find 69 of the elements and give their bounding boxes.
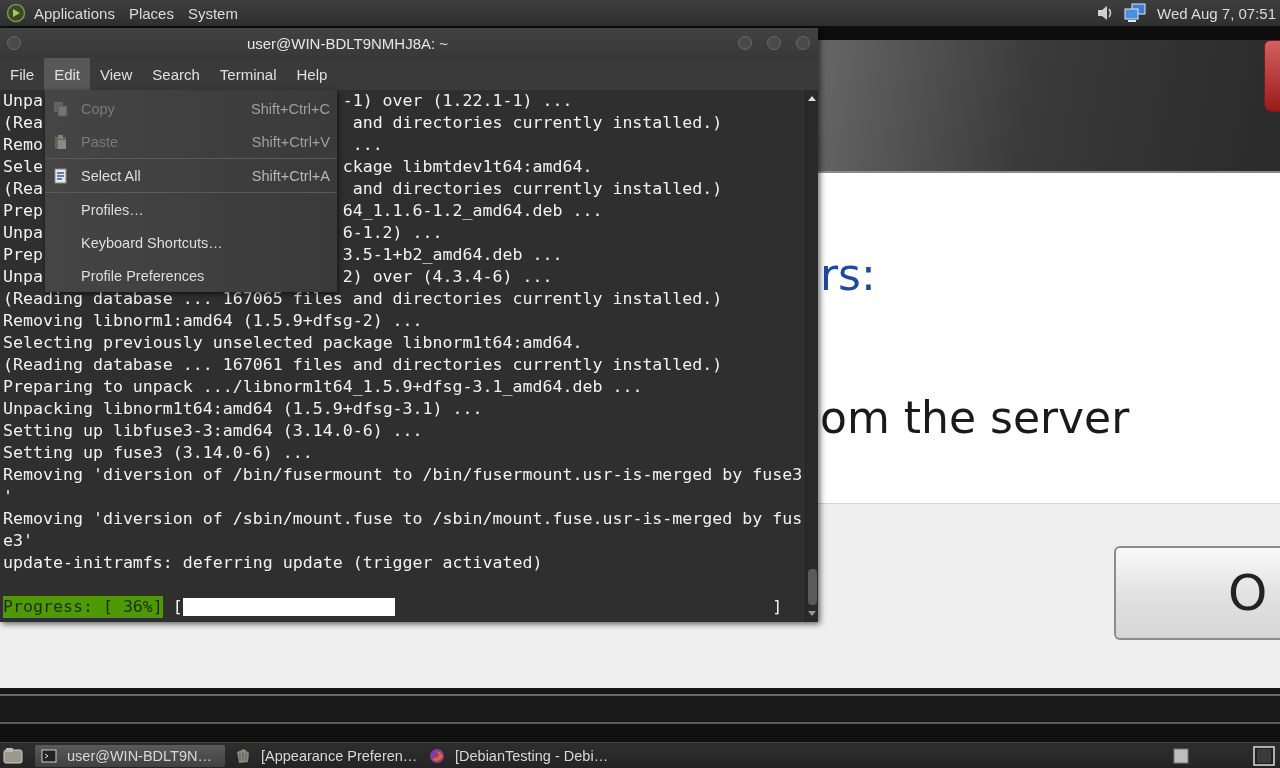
window-title: user@WIN-BDLT9NMHJ8A: ~ <box>245 34 450 52</box>
terminal-line: Setting up libfuse3-3:amd64 (3.14.0-6) ... <box>3 420 423 442</box>
copy-icon <box>53 100 68 117</box>
menu-item[interactable]: Profiles… <box>45 193 337 226</box>
desktop-icon[interactable] <box>3 746 23 765</box>
terminal-line: -1) over (1.22.1-1) ... <box>342 90 573 112</box>
terminal-line: update-initramfs: deferring update (trigger activated) <box>3 552 543 574</box>
document-icon <box>53 167 68 184</box>
terminal-line: Unpa <box>3 222 43 244</box>
terminal-line: and directories currently installed.) <box>351 112 723 134</box>
up-arrow-icon[interactable] <box>808 95 816 101</box>
terminal-line: Unpa <box>3 266 43 288</box>
terminal-line: ... <box>351 134 383 156</box>
taskbar-button[interactable]: [Appearance Preferen… <box>229 744 419 767</box>
panel-menu[interactable]: System <box>187 4 238 22</box>
menu-item[interactable]: Help <box>286 58 338 90</box>
terminal-line: Remo <box>3 134 43 156</box>
terminal-line: Prep <box>3 244 43 266</box>
menu-item[interactable]: Search <box>142 58 210 90</box>
menu-item[interactable]: Select All Shift+Ctrl+A <box>45 159 337 192</box>
bracket: [ <box>172 596 183 618</box>
clipboard-icon <box>53 133 68 150</box>
browser-icon <box>429 747 445 764</box>
terminal-line: Removing 'diversion of /bin/fusermount to /bin/fusermount.usr-is-merged by fuse3 <box>3 464 803 486</box>
terminal-line: Removing 'diversion of /sbin/mount.fuse to /sbin/mount.fuse.usr-is-merged by fus <box>3 508 803 530</box>
terminal-line: 2) over (4.3.4-6) ... <box>342 266 553 288</box>
progress-label: Progress: [ 36%] <box>3 596 163 618</box>
panel-menu[interactable]: Applications <box>34 4 115 22</box>
terminal-line: (Reading database ... 167061 files and directories currently installed.) <box>3 354 723 376</box>
network-icon[interactable] <box>1123 3 1147 23</box>
terminal-line: (Rea <box>3 178 43 200</box>
menu-item[interactable]: Terminal <box>209 58 287 90</box>
terminal-line: 3.5-1+b2_amd64.deb ... <box>342 244 563 266</box>
menu-item[interactable]: View <box>90 58 143 90</box>
down-arrow-icon[interactable] <box>808 611 816 617</box>
terminal-line: ckage libmtdev1t64:amd64. <box>342 156 593 178</box>
terminal-line: Prep <box>3 200 43 222</box>
clock[interactable]: Wed Aug 7, 07:51 <box>1157 4 1276 22</box>
terminal-line: Setting up fuse3 (3.14.0-6) ... <box>3 442 313 464</box>
taskbar-button[interactable]: [DebianTesting - Debi… <box>423 744 613 767</box>
window-icon[interactable] <box>1173 747 1189 764</box>
terminal-icon <box>41 747 57 764</box>
menu-item[interactable]: Edit <box>44 58 91 90</box>
terminal-line: 6-1.2) ... <box>342 222 443 244</box>
terminal-line: Unpacking libnorm1t64:amd64 (1.5.9+dfsg-3.1) ... <box>3 398 483 420</box>
terminal-line: Removing libnorm1:amd64 (1.5.9+dfsg-2) ... <box>3 310 423 332</box>
dialog-heading: rs: <box>820 249 876 301</box>
terminal-line: Unpa <box>3 90 43 112</box>
terminal-line: Sele <box>3 156 43 178</box>
menu-item[interactable]: Keyboard Shortcuts… <box>45 226 337 259</box>
panel-menu[interactable]: Places <box>128 4 174 22</box>
bracket: ] <box>772 596 783 618</box>
dialog-message: om the server <box>820 391 1130 445</box>
workspace-icon[interactable] <box>1253 745 1275 766</box>
close-button[interactable] <box>1264 40 1280 112</box>
ok-button[interactable]: O <box>1114 546 1280 640</box>
scroll-thumb[interactable] <box>807 569 817 605</box>
terminal-line: (Rea <box>3 112 43 134</box>
terminal-line: and directories currently installed.) <box>351 178 723 200</box>
scrollbar[interactable] <box>805 90 818 622</box>
logo-icon[interactable] <box>6 3 26 23</box>
terminal-line: ' <box>3 486 13 508</box>
terminal-line: Selecting previously unselected package libnorm1t64:amd64. <box>3 332 583 354</box>
menu-item[interactable]: File <box>0 58 45 90</box>
terminal-line: e3' <box>3 530 33 552</box>
terminal-line: 64_1.1.6-1.2_amd64.deb ... <box>342 200 603 222</box>
appearance-icon <box>235 747 251 764</box>
taskbar-button[interactable]: user@WIN-BDLT9N… <box>35 744 225 767</box>
terminal-line: Preparing to unpack .../libnorm1t64_1.5.9+dfsg-3.1_amd64.deb ... <box>3 376 643 398</box>
